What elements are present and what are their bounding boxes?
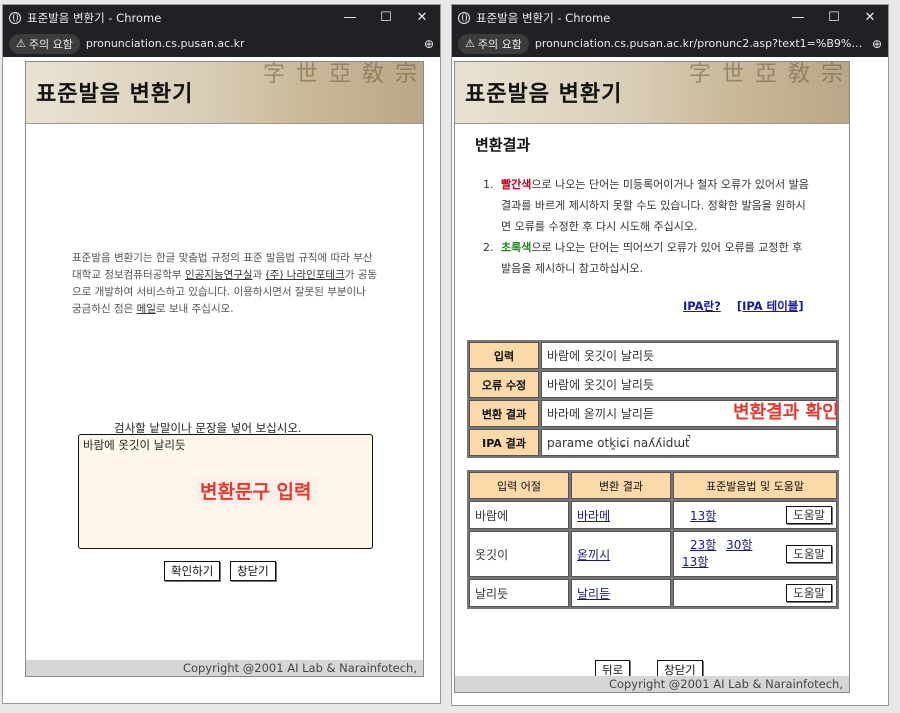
ipa-info-link[interactable]: IPA란? bbox=[683, 299, 721, 313]
result-cell: 바라메 bbox=[571, 501, 671, 529]
banner-decoration: 字 世 亞 敎 宗 bbox=[689, 62, 845, 87]
page-content: 字 世 亞 敎 宗 표준발음 변환기 표준발음 변환기는 한글 맞춤법 규정의 … bbox=[3, 57, 440, 703]
address-bar[interactable]: ⚠ 주의 요함 pronunciation.cs.pusan.ac.kr/pro… bbox=[452, 30, 888, 57]
table-row: 바람에 바라메 13항 도움말 bbox=[469, 501, 837, 529]
zoom-icon[interactable]: ⊕ bbox=[424, 37, 434, 51]
notes-list: 1. 빨간색으로 나오는 단어는 미등록어이거나 철자 오류가 있어서 발음 결… bbox=[483, 174, 813, 279]
result-link[interactable]: 옫끼시 bbox=[577, 548, 610, 562]
copyright: Copyright @2001 AI Lab & Narainfotech, bbox=[455, 676, 849, 692]
fix-label: 오류 수정 bbox=[469, 371, 539, 398]
warning-icon: ⚠ bbox=[16, 37, 26, 50]
app-frame: 字 世 亞 敎 宗 표준발음 변환기 표준발음 변환기는 한글 맞춤법 규정의 … bbox=[25, 61, 424, 677]
help-button[interactable]: 도움말 bbox=[786, 545, 832, 563]
ai-lab-link[interactable]: 인공지능연구실 bbox=[185, 269, 253, 281]
globe-icon bbox=[9, 11, 21, 24]
window-title: 표준발음 변환기 - Chrome bbox=[27, 10, 162, 25]
fix-value: 바람에 옷깃이 날리듯 bbox=[541, 371, 837, 398]
table-row: 옷깃이 옫끼시 23항 30항 13항 도움말 bbox=[469, 531, 837, 577]
intro-text: 표준발음 변환기는 한글 맞춤법 규정의 표준 발음법 규칙에 따라 부산대학교… bbox=[72, 252, 378, 315]
help-button[interactable]: 도움말 bbox=[786, 584, 832, 602]
result-link[interactable]: 바라메 bbox=[577, 509, 610, 523]
page-content: 字 世 亞 敎 宗 표준발음 변환기 변환결과 1. 빨간색으로 나오는 단어는… bbox=[452, 57, 888, 705]
result-link[interactable]: 날리듣 bbox=[577, 587, 610, 601]
rules-cell: 13항 도움말 bbox=[673, 501, 837, 529]
ipa-label: IPA 결과 bbox=[469, 429, 539, 456]
rule-link[interactable]: 13항 bbox=[682, 555, 708, 569]
rules-cell: 23항 30항 13항 도움말 bbox=[673, 531, 837, 577]
security-warning-chip[interactable]: ⚠ 주의 요함 bbox=[9, 33, 80, 54]
table-row: 날리듯 날리듣 도움말 bbox=[469, 579, 837, 607]
result-cell: 날리듣 bbox=[571, 579, 671, 607]
help-button[interactable]: 도움말 bbox=[786, 506, 832, 524]
ipa-table-link[interactable]: [IPA 테이블] bbox=[737, 299, 804, 313]
column-header: 입력 어절 bbox=[469, 472, 569, 499]
banner-decoration: 字 世 亞 敎 宗 bbox=[263, 62, 419, 87]
security-warning-chip[interactable]: ⚠ 주의 요함 bbox=[458, 33, 529, 54]
green-keyword: 초록색 bbox=[501, 241, 532, 254]
url-text[interactable]: pronunciation.cs.pusan.ac.kr bbox=[86, 37, 418, 50]
overlay-input-label: 변환문구 입력 bbox=[196, 477, 316, 504]
maximize-icon[interactable]: ☐ bbox=[368, 10, 404, 25]
banner: 字 世 亞 敎 宗 표준발음 변환기 bbox=[455, 62, 849, 124]
copyright: Copyright @2001 AI Lab & Narainfotech, bbox=[26, 660, 423, 676]
right-browser-window: 표준발음 변환기 - Chrome — ☐ ✕ ⚠ 주의 요함 pronunci… bbox=[451, 4, 889, 706]
rule-link[interactable]: 13항 bbox=[690, 509, 716, 523]
table-row: 입력 바람에 옷깃이 날리듯 bbox=[469, 342, 837, 369]
word-cell: 바람에 bbox=[469, 501, 569, 529]
word-cell: 옷깃이 bbox=[469, 531, 569, 577]
minimize-icon[interactable]: — bbox=[332, 10, 368, 25]
mail-link[interactable]: 메일 bbox=[137, 303, 156, 315]
title-bar: 표준발음 변환기 - Chrome — ☐ ✕ bbox=[452, 5, 888, 30]
confirm-button[interactable]: 확인하기 bbox=[164, 561, 221, 581]
narainfotech-link[interactable]: (주) 나라인포테크 bbox=[266, 269, 345, 281]
table-header-row: 입력 어절 변환 결과 표준발음법 및 도움말 bbox=[469, 472, 837, 499]
globe-icon bbox=[458, 11, 470, 24]
column-header: 표준발음법 및 도움말 bbox=[673, 472, 837, 499]
overlay-result-label: 변환결과 확인 bbox=[733, 402, 839, 423]
left-browser-window: 표준발음 변환기 - Chrome — ☐ ✕ ⚠ 주의 요함 pronunci… bbox=[2, 4, 441, 704]
title-bar: 표준발음 변환기 - Chrome — ☐ ✕ bbox=[3, 5, 440, 30]
minimize-icon[interactable]: — bbox=[780, 10, 816, 25]
rule-link[interactable]: 30항 bbox=[726, 538, 752, 552]
app-frame: 字 世 亞 敎 宗 표준발음 변환기 변환결과 1. 빨간색으로 나오는 단어는… bbox=[454, 61, 850, 693]
rules-cell: 도움말 bbox=[673, 579, 837, 607]
table-row: IPA 결과 parame otk͈iɕi naʎʎidɯt̚ bbox=[469, 429, 837, 456]
rule-link[interactable]: 23항 bbox=[690, 538, 716, 552]
conversion-label: 변환 결과 bbox=[469, 400, 539, 427]
window-title: 표준발음 변환기 - Chrome bbox=[476, 10, 611, 25]
red-keyword: 빨간색 bbox=[501, 178, 532, 191]
banner-title: 표준발음 변환기 bbox=[36, 82, 194, 107]
address-bar[interactable]: ⚠ 주의 요함 pronunciation.cs.pusan.ac.kr ⊕ bbox=[3, 30, 440, 57]
detail-table: 입력 어절 변환 결과 표준발음법 및 도움말 바람에 바라메 13항 도움말 bbox=[467, 470, 839, 609]
zoom-icon[interactable]: ⊕ bbox=[872, 37, 882, 51]
list-item: 2. 초록색으로 나오는 단어는 띄어쓰기 오류가 있어 오류를 교정한 후 발… bbox=[483, 241, 803, 275]
warning-icon: ⚠ bbox=[465, 37, 475, 50]
result-heading: 변환결과 bbox=[475, 136, 531, 154]
input-label: 입력 bbox=[469, 342, 539, 369]
table-row: 오류 수정 바람에 옷깃이 날리듯 bbox=[469, 371, 837, 398]
banner-title: 표준발음 변환기 bbox=[465, 82, 623, 107]
maximize-icon[interactable]: ☐ bbox=[816, 10, 852, 25]
close-icon[interactable]: ✕ bbox=[404, 10, 440, 25]
close-button[interactable]: 창닫기 bbox=[230, 561, 276, 581]
list-item: 1. 빨간색으로 나오는 단어는 미등록어이거나 철자 오류가 있어서 발음 결… bbox=[483, 178, 809, 233]
word-cell: 날리듯 bbox=[469, 579, 569, 607]
close-icon[interactable]: ✕ bbox=[852, 10, 888, 25]
ipa-value: parame otk͈iɕi naʎʎidɯt̚ bbox=[541, 429, 837, 456]
input-value: 바람에 옷깃이 날리듯 bbox=[541, 342, 837, 369]
result-cell: 옫끼시 bbox=[571, 531, 671, 577]
column-header: 변환 결과 bbox=[571, 472, 671, 499]
url-text[interactable]: pronunciation.cs.pusan.ac.kr/pronunc2.as… bbox=[535, 37, 866, 50]
ipa-links: IPA란? [IPA 테이블] bbox=[683, 298, 816, 314]
banner: 字 世 亞 敎 宗 표준발음 변환기 bbox=[26, 62, 423, 124]
